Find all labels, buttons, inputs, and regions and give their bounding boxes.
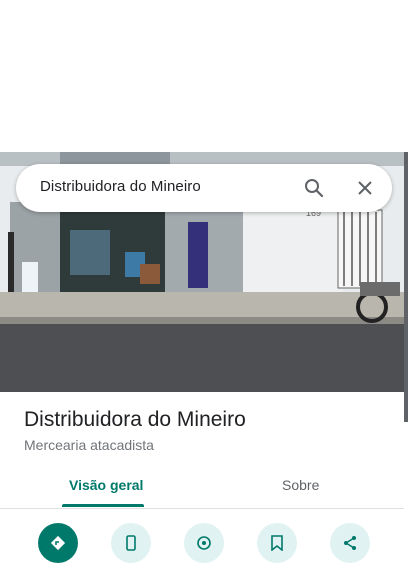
- action-bar: [0, 520, 404, 563]
- directions-button[interactable]: [38, 523, 78, 563]
- blank-area: [0, 0, 408, 152]
- share-icon: [344, 536, 356, 550]
- directions-icon: [50, 535, 66, 551]
- save-icon: [271, 535, 283, 551]
- search-icon[interactable]: [302, 176, 326, 200]
- search-input[interactable]: Distribuidora do Mineiro: [40, 178, 201, 195]
- nearby-button[interactable]: [184, 523, 224, 563]
- nearby-icon: [197, 536, 211, 550]
- save-button[interactable]: [257, 523, 297, 563]
- close-icon[interactable]: [353, 176, 377, 200]
- active-tab-indicator: [62, 504, 144, 507]
- share-button[interactable]: [330, 523, 370, 563]
- tab-overview[interactable]: Visão geral: [69, 477, 143, 493]
- search-bar[interactable]: Distribuidora do Mineiro: [16, 164, 392, 212]
- phone-icon: [126, 535, 136, 551]
- place-title: Distribuidora do Mineiro: [24, 408, 246, 431]
- scrollbar[interactable]: [404, 152, 408, 422]
- tab-about[interactable]: Sobre: [282, 477, 319, 493]
- tab-bar: Visão geral Sobre: [0, 466, 404, 509]
- place-category: Mercearia atacadista: [24, 437, 154, 453]
- call-button[interactable]: [111, 523, 151, 563]
